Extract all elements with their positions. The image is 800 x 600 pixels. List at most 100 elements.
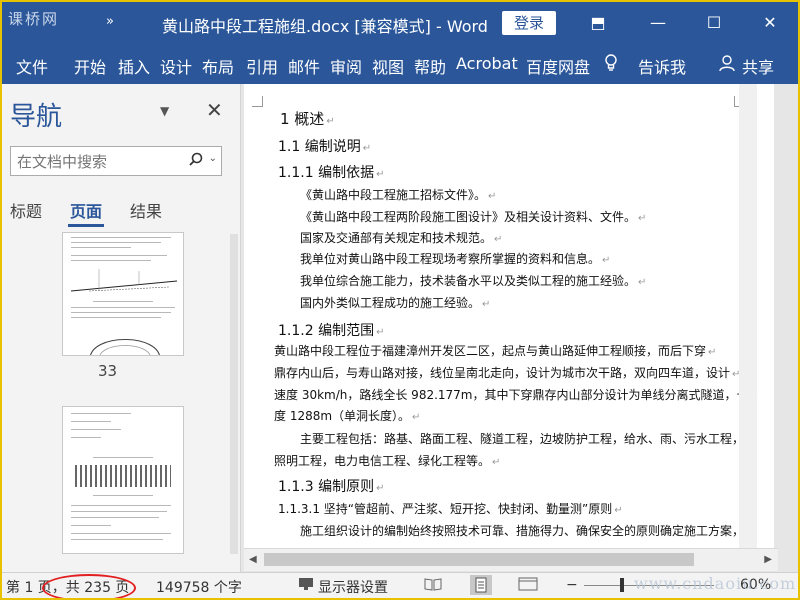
body-text-line: 1.1.3.1 坚持“管超前、严注浆、短开挖、快封闭、勤量测”原则 ↵	[278, 500, 623, 517]
thumbnail-page-number: 33	[98, 362, 118, 380]
scroll-left-icon[interactable]: ◀	[249, 554, 257, 565]
heading-line: 1.1.2 编制范围 ↵	[278, 320, 384, 340]
paragraph-mark-icon: ↵	[362, 143, 372, 154]
scroll-right-icon[interactable]: ▶	[764, 554, 772, 565]
page-icon	[475, 577, 487, 593]
active-tab-indicator	[68, 224, 104, 227]
tab-file[interactable]: 文件	[16, 54, 48, 78]
tab-insert[interactable]: 插入	[118, 54, 150, 78]
scrollbar-thumb[interactable]	[264, 553, 694, 566]
display-settings-icon[interactable]	[298, 577, 314, 595]
tab-baidu-netdisk[interactable]: 百度网盘	[526, 54, 590, 78]
paragraph-mark-icon: ↵	[708, 347, 717, 358]
maximize-button[interactable]: ☐	[694, 8, 734, 38]
display-settings-button[interactable]: 显示器设置	[318, 577, 388, 597]
tab-acrobat[interactable]: Acrobat	[456, 54, 518, 73]
nav-scrollbar[interactable]	[230, 234, 238, 554]
line-text: 我单位综合施工能力，技术装备水平以及类似工程的施工经验。	[300, 274, 637, 288]
line-text: 鼎存内山后，与寿山路对接，线位呈南北走向，设计为城市次干路，双向四车道，设计	[274, 366, 731, 380]
heading-line: 1.1.1 编制依据 ↵	[278, 162, 384, 182]
web-layout-icon[interactable]	[518, 577, 538, 595]
line-text: 黄山路中段工程位于福建漳州开发区二区，起点与黄山路延伸工程顺接，而后下穿	[274, 344, 707, 358]
paragraph-mark-icon: ↵	[326, 116, 335, 127]
paragraph-mark-icon: ↵	[482, 299, 491, 310]
body-text-line: 速度 30km/h，路线全长 982.177m，其中下穿鼎存内山部分设计为单线分…	[274, 386, 759, 403]
document-area: 1 概述 ↵ 1.1 编制说明 ↵ 1.1.1 编制依据 ↵ 《黄山路中段工程施工招标文件》…	[241, 84, 798, 572]
web-page-icon	[518, 577, 538, 591]
share-button[interactable]: 共享	[742, 54, 774, 78]
tab-view[interactable]: 视图	[372, 54, 404, 78]
highlight-oval	[42, 574, 136, 598]
tab-references[interactable]: 引用	[246, 54, 278, 78]
line-text: 1.1.3 编制原则	[278, 479, 375, 495]
paragraph-mark-icon: ↵	[614, 505, 623, 516]
search-input[interactable]	[15, 150, 189, 174]
zoom-out-button[interactable]: −	[566, 577, 578, 593]
paragraph-mark-icon: ↵	[488, 191, 497, 202]
tab-help[interactable]: 帮助	[414, 54, 446, 78]
diagram-thumbnail	[70, 269, 178, 292]
login-button[interactable]: 登录	[502, 11, 556, 35]
nav-tab-pages[interactable]: 页面	[70, 198, 102, 222]
page-thumbnail-34[interactable]	[62, 406, 184, 554]
nav-tab-headings[interactable]: 标题	[10, 198, 42, 222]
heading-line: 1.1 编制说明 ↵	[278, 136, 371, 156]
tab-design[interactable]: 设计	[160, 54, 192, 78]
tab-review[interactable]: 审阅	[330, 54, 362, 78]
close-button[interactable]: ✕	[750, 8, 790, 38]
tab-mailings[interactable]: 邮件	[288, 54, 320, 78]
ribbon-display-options-icon[interactable]: ⬒	[578, 8, 618, 38]
body-text-line: 国内外类似工程成功的施工经验。 ↵	[300, 294, 490, 311]
body-text-line: 国家及交通部有关规定和技术规范。 ↵	[300, 229, 502, 246]
line-text: 1.1.3.1 坚持“管超前、严注浆、短开挖、快封闭、勤量测”原则	[278, 502, 613, 516]
body-text-line: 主要工程包括：路基、路面工程、隧道工程，边坡防护工程，给水、雨、污水工程，↵	[300, 430, 754, 447]
paragraph-mark-icon: ↵	[602, 255, 611, 266]
word-count[interactable]: 149758 个字	[156, 577, 242, 597]
line-text: 施工组织设计的编制始终按照技术可靠、措施得力、确保安全的原则确定施工方案，	[300, 524, 745, 538]
nav-pane-title: 导航	[10, 102, 63, 132]
margin-mark	[252, 96, 263, 107]
word-window: 课桥网 » 黄山路中段工程施组.docx [兼容模式] - Word 登录 ⬒ …	[0, 0, 800, 600]
horizontal-scrollbar[interactable]: ◀ ▶	[244, 548, 778, 571]
lightbulb-icon[interactable]	[604, 54, 618, 76]
tab-home[interactable]: 开始	[74, 54, 106, 78]
tab-layout[interactable]: 布局	[202, 54, 234, 78]
nav-tab-results[interactable]: 结果	[130, 198, 162, 222]
zoom-slider-thumb[interactable]	[620, 578, 624, 592]
share-user-icon[interactable]	[718, 54, 736, 76]
body-text-line: 度 1288m（单洞长度）。 ↵	[274, 407, 420, 424]
line-text: 1.1.1 编制依据	[278, 165, 375, 181]
tell-me-button[interactable]: 告诉我	[638, 54, 686, 78]
search-options-chevron-icon[interactable]: ⌄	[209, 153, 217, 164]
rebar-diagram-thumbnail	[75, 465, 171, 487]
nav-close-icon[interactable]: ✕	[206, 98, 223, 122]
line-text: 1 概述	[280, 110, 325, 128]
heading-line: 1.1.3 编制原则 ↵	[278, 476, 384, 496]
vertical-scrollbar[interactable]	[739, 84, 757, 548]
line-text: 国内外类似工程成功的施工经验。	[300, 296, 481, 310]
paragraph-mark-icon: ↵	[376, 483, 385, 494]
paragraph-mark-icon: ↵	[412, 412, 421, 423]
search-icon[interactable]	[189, 152, 203, 166]
document-page[interactable]: 1 概述 ↵ 1.1 编制说明 ↵ 1.1.1 编制依据 ↵ 《黄山路中段工程施工招标文件》…	[244, 84, 774, 548]
tunnel-arch-thumbnail	[90, 339, 160, 355]
watermark-logo: 课桥网	[8, 10, 60, 28]
line-text: 我单位对黄山路中段工程现场考察所掌握的资料和信息。	[300, 252, 601, 266]
body-text-line: 鼎存内山后，与寿山路对接，线位呈南北走向，设计为城市次干路，双向四车道，设计 ↵	[274, 364, 740, 381]
body-text-line: 施工组织设计的编制始终按照技术可靠、措施得力、确保安全的原则确定施工方案，↵	[300, 522, 754, 539]
line-text: 1.1.2 编制范围	[278, 323, 375, 339]
print-layout-icon[interactable]	[470, 575, 492, 595]
read-mode-icon[interactable]	[424, 577, 442, 595]
minimize-button[interactable]: —	[638, 8, 678, 38]
ribbon-tabs: 文件 开始 插入 设计 布局 引用 邮件 审阅 视图 帮助 Acrobat 百度…	[2, 44, 798, 84]
body-text-line: 《黄山路中段工程施工招标文件》。 ↵	[300, 186, 496, 203]
monitor-icon	[299, 578, 313, 590]
chevron-down-icon[interactable]: ▼	[160, 104, 169, 118]
line-text: 主要工程包括：路基、路面工程、隧道工程，边坡防护工程，给水、雨、污水工程，	[300, 432, 745, 446]
line-text: 国家及交通部有关规定和技术规范。	[300, 231, 493, 245]
heading-line: 1 概述 ↵	[280, 108, 335, 129]
lightbulb-icon-svg	[605, 54, 617, 71]
paragraph-mark-icon: ↵	[492, 457, 501, 468]
page-thumbnail-33[interactable]	[62, 232, 184, 356]
quick-access-more-button[interactable]: »	[106, 14, 114, 29]
